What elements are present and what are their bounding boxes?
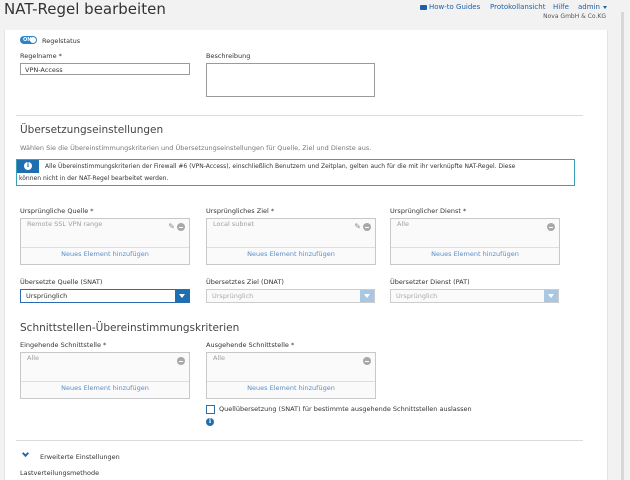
snat-exclusion-checkbox[interactable] — [206, 405, 215, 414]
original-source-label: Ursprüngliche Quelle * — [20, 207, 94, 215]
log-view-link[interactable]: Protokollansicht — [490, 3, 545, 11]
chevron-down-icon[interactable] — [544, 290, 558, 302]
description-textarea[interactable] — [206, 63, 375, 97]
minus-circle-icon[interactable] — [177, 357, 185, 365]
info-icon[interactable]: i — [206, 418, 214, 426]
original-service-value: Alle — [397, 220, 410, 228]
outbound-interface-box[interactable]: Alle Neues Element hinzufügen — [206, 352, 376, 399]
pencil-icon[interactable]: ✎ — [168, 222, 175, 231]
info-text-line2: können nicht in der NAT-Regel bearbeitet… — [19, 175, 169, 182]
company-name: Nova GmbH & Co.KG — [543, 13, 606, 20]
minus-circle-icon[interactable] — [177, 223, 185, 231]
add-item-link[interactable]: Neues Element hinzufügen — [21, 384, 189, 392]
scrollbar[interactable] — [621, 12, 624, 480]
inbound-interface-label: Eingehende Schnittstelle * — [20, 341, 107, 349]
snat-select[interactable]: Ursprünglich — [20, 289, 190, 303]
chevron-down-icon[interactable] — [360, 290, 374, 302]
info-text-line1: Alle Übereinstimmungskriterien der Firew… — [45, 163, 516, 170]
video-icon — [420, 4, 427, 10]
add-item-link[interactable]: Neues Element hinzufügen — [207, 250, 375, 258]
page-title: NAT-Regel bearbeiten — [4, 0, 166, 18]
dnat-value: Ursprünglich — [212, 292, 254, 300]
advanced-settings-toggle[interactable]: Erweiterte Einstellungen — [40, 453, 120, 461]
info-icon-cell: i — [17, 160, 39, 173]
how-to-guides-label: How-to Guides — [429, 3, 481, 11]
rule-status-label: Regelstatus — [42, 37, 81, 45]
pat-label: Übersetzter Dienst (PAT) — [390, 278, 470, 286]
dnat-label: Übersetztes Ziel (DNAT) — [206, 278, 284, 286]
original-source-box[interactable]: Remote SSL VPN range ✎ Neues Element hin… — [20, 218, 190, 265]
divider — [16, 115, 583, 116]
pat-select[interactable]: Ursprünglich — [390, 289, 559, 303]
rule-name-input[interactable]: VPN-Access — [20, 63, 190, 75]
info-icon: i — [24, 162, 32, 170]
divider — [21, 247, 189, 248]
dnat-select[interactable]: Ursprünglich — [206, 289, 375, 303]
minus-circle-icon[interactable] — [363, 223, 371, 231]
snat-label: Übersetzte Quelle (SNAT) — [20, 278, 103, 286]
original-destination-label: Ursprüngliches Ziel * — [206, 207, 275, 215]
add-item-link[interactable]: Neues Element hinzufügen — [391, 250, 559, 258]
interfaces-section-title: Schnittstellen-Übereinstimmungskriterien — [20, 322, 240, 334]
minus-circle-icon[interactable] — [547, 223, 555, 231]
translation-section-title: Übersetzungseinstellungen — [20, 124, 164, 136]
user-name: admin — [578, 3, 600, 11]
divider — [207, 381, 375, 382]
inbound-interface-value: Alle — [27, 354, 40, 362]
toggle-knob — [30, 37, 36, 43]
pencil-icon[interactable]: ✎ — [354, 222, 361, 231]
original-service-box[interactable]: Alle Neues Element hinzufügen — [390, 218, 560, 265]
add-item-link[interactable]: Neues Element hinzufügen — [21, 250, 189, 258]
translation-section-subtitle: Wählen Sie die Übereinstimmungskriterien… — [20, 144, 372, 152]
chevron-down-icon — [603, 5, 608, 9]
original-source-value: Remote SSL VPN range — [27, 220, 103, 228]
outbound-interface-label: Ausgehende Schnittstelle * — [206, 341, 295, 349]
load-balancing-label: Lastverteilungsmethode — [20, 469, 100, 477]
snat-exclusion-label: Quellübersetzung (SNAT) für bestimmte au… — [219, 405, 472, 413]
user-menu[interactable]: admin — [578, 3, 608, 11]
help-link[interactable]: Hilfe — [553, 3, 569, 11]
description-label: Beschreibung — [206, 52, 251, 60]
outbound-interface-value: Alle — [213, 354, 226, 362]
divider — [391, 247, 559, 248]
divider — [16, 440, 583, 441]
add-item-link[interactable]: Neues Element hinzufügen — [207, 384, 375, 392]
snat-value: Ursprünglich — [26, 292, 68, 300]
inbound-interface-box[interactable]: Alle Neues Element hinzufügen — [20, 352, 190, 399]
divider — [21, 381, 189, 382]
rule-name-label: Regelname * — [20, 52, 62, 60]
chevron-down-icon[interactable] — [175, 290, 189, 302]
pat-value: Ursprünglich — [396, 292, 438, 300]
how-to-guides-link[interactable]: How-to Guides — [420, 3, 480, 11]
rule-status-toggle[interactable]: ON — [20, 36, 37, 44]
original-destination-value: Local subnet — [213, 220, 255, 228]
original-service-label: Ursprünglicher Dienst * — [390, 207, 467, 215]
info-box: i Alle Übereinstimmungskriterien der Fir… — [16, 159, 575, 186]
original-destination-box[interactable]: Local subnet ✎ Neues Element hinzufügen — [206, 218, 376, 265]
minus-circle-icon[interactable] — [363, 357, 371, 365]
divider — [207, 247, 375, 248]
